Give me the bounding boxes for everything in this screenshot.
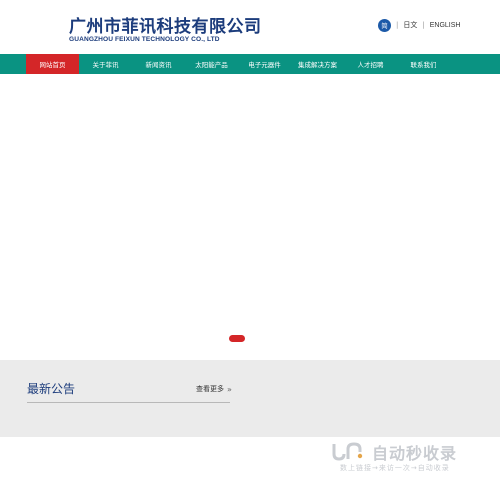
news-section-title: 最新公告 xyxy=(27,382,76,396)
nav-item-careers[interactable]: 人才招聘 xyxy=(344,54,397,74)
nav-item-about[interactable]: 关于菲讯 xyxy=(79,54,132,74)
double-chevron-right-icon: » xyxy=(227,384,232,394)
main-nav: 网站首页 关于菲讯 新闻资讯 太阳能产品 电子元器件 集成解决方案 人才招聘 联… xyxy=(0,54,500,74)
lang-separator: | xyxy=(396,21,399,29)
nav-item-electronic-components[interactable]: 电子元器件 xyxy=(238,54,291,74)
company-name-cn[interactable]: 广州市菲讯科技有限公司 xyxy=(69,12,262,37)
view-more-link[interactable]: 查看更多 » xyxy=(196,384,232,394)
site-header: 广州市菲讯科技有限公司 GUANGZHOU FEIXUN TECHNOLOGY … xyxy=(0,0,500,54)
news-section: 最新公告 查看更多 » xyxy=(0,360,500,437)
company-name-en: GUANGZHOU FEIXUN TECHNOLOGY CO., LTD xyxy=(69,36,220,43)
slider-dot-active[interactable] xyxy=(229,335,245,342)
nav-item-integrated-solutions[interactable]: 集成解决方案 xyxy=(291,54,344,74)
watermark-title: 自动秒收录 xyxy=(372,444,458,463)
language-switcher: 简 | 日文 | ENGLISH xyxy=(378,17,460,33)
watermark-subtitle: 数上链接→来访一次→自动收录 xyxy=(340,464,450,472)
nav-item-contact[interactable]: 联系我们 xyxy=(397,54,450,74)
lang-english-link[interactable]: ENGLISH xyxy=(430,22,461,29)
watermark-logo-icon xyxy=(332,442,363,461)
lang-japanese-link[interactable]: 日文 xyxy=(403,20,417,30)
watermark: 自动秒收录 数上链接→来访一次→自动收录 xyxy=(330,440,480,476)
banner-slider[interactable] xyxy=(0,74,500,360)
news-divider xyxy=(27,402,230,403)
nav-item-home[interactable]: 网站首页 xyxy=(26,54,79,74)
lang-separator: | xyxy=(422,21,425,29)
view-more-label: 查看更多 xyxy=(196,385,224,393)
nav-item-solar-products[interactable]: 太阳能产品 xyxy=(185,54,238,74)
lang-simplified-chinese-button[interactable]: 简 xyxy=(378,18,391,32)
nav-item-news[interactable]: 新闻资讯 xyxy=(132,54,185,74)
